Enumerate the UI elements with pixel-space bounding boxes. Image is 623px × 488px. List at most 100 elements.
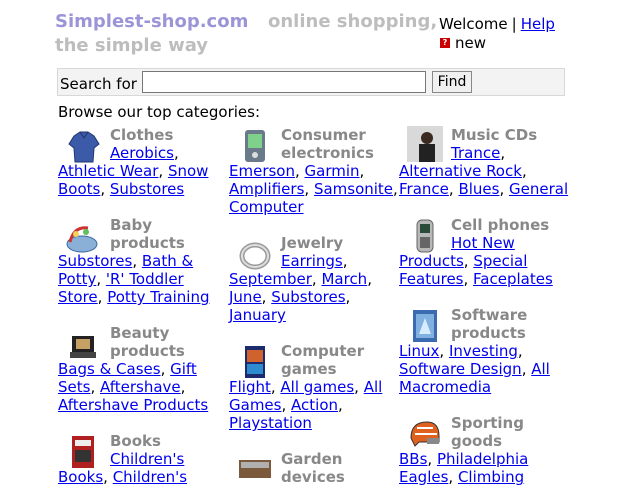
category-title-electronics[interactable]: Consumer electronics <box>281 126 391 162</box>
category-baby: Baby products Substores, Bath & Potty, '… <box>58 216 218 310</box>
ring-icon <box>239 242 271 270</box>
new-indicator[interactable]: ? new <box>440 34 486 52</box>
link-general[interactable]: General <box>509 180 568 198</box>
link-bbs[interactable]: BBs <box>399 450 427 468</box>
link-france[interactable]: France <box>399 180 449 198</box>
category-title-software[interactable]: Software products <box>451 306 561 342</box>
link-snow-boots-2[interactable]: Boots <box>58 180 100 198</box>
link-faceplates[interactable]: Faceplates <box>473 270 553 288</box>
link-bags-cases[interactable]: Bags & Cases <box>58 360 161 378</box>
link-action[interactable]: Action <box>291 396 338 414</box>
game-box-icon <box>245 346 265 378</box>
category-clothes: Clothes Aerobics, Athletic Wear, Snow Bo… <box>58 126 209 198</box>
help-link[interactable]: Help <box>521 15 555 33</box>
search-label: Search for <box>60 75 137 93</box>
link-flight[interactable]: Flight <box>229 378 271 396</box>
category-sporting: Sporting goods BBs, Philadelphia Eagles,… <box>399 414 569 486</box>
category-music: Music CDs Trance, Alternative Rock, Fran… <box>399 126 569 198</box>
category-garden: Garden devices <box>229 450 399 486</box>
search-bar: Search for Find <box>57 68 565 96</box>
link-substores[interactable]: Substores <box>110 180 184 198</box>
link-all-games-2b[interactable]: Games <box>229 396 281 414</box>
category-title-sporting[interactable]: Sporting goods <box>451 414 561 450</box>
category-title-books[interactable]: Books <box>110 432 161 450</box>
link-books[interactable]: Books <box>58 468 103 486</box>
link-toddler-store-2[interactable]: Store <box>58 288 98 306</box>
category-title-clothes[interactable]: Clothes <box>110 126 173 144</box>
link-samsonite[interactable]: Samsonite <box>314 180 393 198</box>
link-amplifiers[interactable]: Amplifiers <box>229 180 304 198</box>
baby-seat-icon <box>66 226 98 253</box>
link-athletic-wear[interactable]: Athletic Wear <box>58 162 158 180</box>
link-climbing[interactable]: Climbing <box>458 468 524 486</box>
link-all-games[interactable]: All games <box>280 378 354 396</box>
search-input[interactable] <box>142 71 426 93</box>
link-trance[interactable]: Trance <box>451 144 500 162</box>
link-potty-training[interactable]: Potty Training <box>107 288 209 306</box>
link-june[interactable]: June <box>229 288 262 306</box>
link-features[interactable]: Features <box>399 270 464 288</box>
link-september[interactable]: September <box>229 270 312 288</box>
link-snow-boots[interactable]: Snow <box>168 162 208 180</box>
site-logo-text[interactable]: Simplest-shop.com <box>55 11 248 32</box>
new-label: new <box>455 34 487 52</box>
link-linux[interactable]: Linux <box>399 342 439 360</box>
find-button[interactable]: Find <box>432 71 472 93</box>
category-title-baby[interactable]: Baby products <box>110 216 220 252</box>
link-eagles[interactable]: Eagles <box>399 468 448 486</box>
category-title-garden[interactable]: Garden devices <box>281 450 391 486</box>
link-all-games-2[interactable]: All <box>364 378 383 396</box>
link-childrens[interactable]: Children's <box>110 450 184 468</box>
link-alternative-rock[interactable]: Alternative Rock <box>399 162 522 180</box>
link-toddler-store[interactable]: 'R' Toddler <box>106 270 184 288</box>
category-games: Computer games Flight, All games, All Ga… <box>229 342 399 436</box>
link-aftershave[interactable]: Aftershave <box>100 378 181 396</box>
link-earrings[interactable]: Earrings <box>281 252 343 270</box>
link-jewelry-substores[interactable]: Substores <box>271 288 345 306</box>
phone-icon <box>416 219 434 253</box>
link-aftershave-products[interactable]: Aftershave Products <box>58 396 208 414</box>
link-special[interactable]: Special <box>473 252 527 270</box>
category-title-beauty[interactable]: Beauty products <box>110 324 220 360</box>
album-cover-icon <box>407 126 443 162</box>
shirt-icon <box>68 131 100 163</box>
category-beauty: Beauty products Bags & Cases, Gift Sets,… <box>58 324 218 418</box>
link-gift-sets-2[interactable]: Sets <box>58 378 90 396</box>
category-title-music[interactable]: Music CDs <box>451 126 537 144</box>
book-icon <box>72 436 94 468</box>
link-macromedia[interactable]: Macromedia <box>399 378 491 396</box>
tagline-line-1: online shopping, <box>268 11 438 32</box>
link-january[interactable]: January <box>229 306 286 324</box>
link-garmin[interactable]: Garmin <box>305 162 360 180</box>
link-bath-potty-2[interactable]: Potty <box>58 270 96 288</box>
link-childrens-2[interactable]: Children's <box>113 468 187 486</box>
link-aerobics[interactable]: Aerobics <box>110 144 174 162</box>
category-cellphones: Cell phones Hot New Products, Special Fe… <box>399 216 553 288</box>
category-electronics: Consumer electronics Emerson, Garmin, Am… <box>229 126 398 216</box>
compact-icon <box>70 336 96 358</box>
help-question-icon: ? <box>440 38 450 48</box>
link-software-design[interactable]: Software Design <box>399 360 522 378</box>
welcome-text: Welcome <box>439 15 508 33</box>
welcome-area: Welcome | Help <box>439 15 555 33</box>
category-title-jewelry[interactable]: Jewelry <box>281 234 343 252</box>
link-hot-new[interactable]: Hot New <box>451 234 515 252</box>
link-computer[interactable]: Computer <box>229 198 304 216</box>
browse-heading: Browse our top categories: <box>58 103 261 121</box>
link-bath-potty[interactable]: Bath & <box>142 252 193 270</box>
link-all[interactable]: All <box>531 360 550 378</box>
link-investing[interactable]: Investing <box>449 342 518 360</box>
category-title-games[interactable]: Computer games <box>281 342 391 378</box>
link-emerson[interactable]: Emerson <box>229 162 295 180</box>
link-baby-substores[interactable]: Substores <box>58 252 132 270</box>
category-software: Software products Linux, Investing, Soft… <box>399 306 569 400</box>
link-products[interactable]: Products <box>399 252 464 270</box>
link-blues[interactable]: Blues <box>458 180 499 198</box>
link-gift-sets[interactable]: Gift <box>170 360 197 378</box>
category-books: Books Children's Books, Children's <box>58 432 188 486</box>
link-philadelphia[interactable]: Philadelphia <box>437 450 528 468</box>
pda-icon <box>245 130 265 162</box>
link-playstation[interactable]: Playstation <box>229 414 312 432</box>
link-march[interactable]: March <box>321 270 367 288</box>
category-title-cellphones[interactable]: Cell phones <box>451 216 549 234</box>
